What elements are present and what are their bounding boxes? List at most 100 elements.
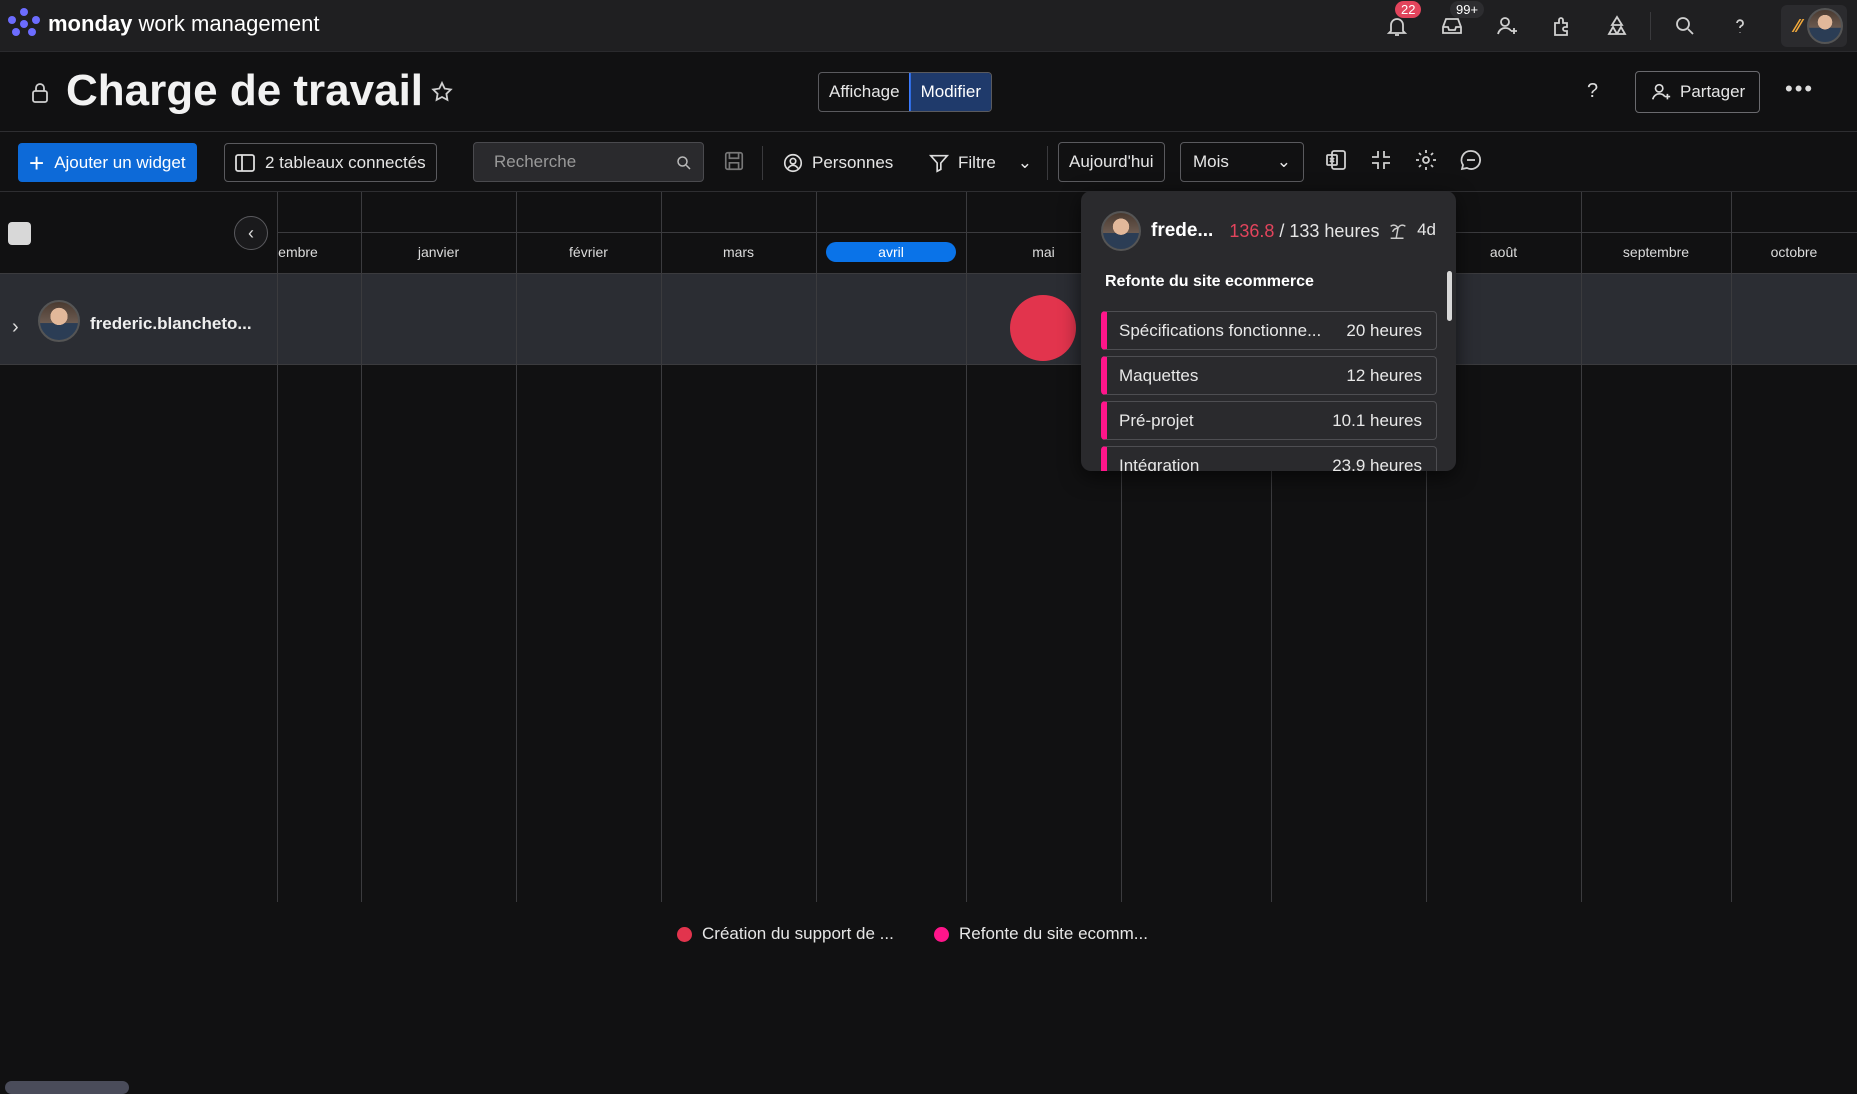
widget-toolbar: + Ajouter un widget 2 tableaux connectés… xyxy=(0,132,1857,192)
chevron-down-icon[interactable]: ⌄ xyxy=(1018,153,1032,173)
month-divider xyxy=(816,192,817,902)
share-label: Partager xyxy=(1680,82,1746,101)
save-icon[interactable] xyxy=(723,150,745,177)
legend-item[interactable]: Refonte du site ecomm... xyxy=(934,924,1148,944)
chevron-left-icon: ‹ xyxy=(248,222,254,243)
integrations-icon xyxy=(1606,15,1627,35)
legend-color-dot xyxy=(934,926,949,942)
task-name: Intégration xyxy=(1119,455,1200,472)
task-name: Spécifications fonctionne... xyxy=(1119,320,1322,340)
task-item[interactable]: Intégration 23.9 heures xyxy=(1101,446,1437,471)
search-placeholder: Recherche xyxy=(494,152,577,171)
task-name: Maquettes xyxy=(1119,365,1199,385)
vacation-days: 4d xyxy=(1417,220,1436,239)
popover-scrollbar[interactable] xyxy=(1447,271,1452,321)
edit-mode-button[interactable]: Modifier xyxy=(908,73,992,111)
vacation-info: 4d xyxy=(1387,219,1436,241)
apps-icon xyxy=(1553,17,1568,36)
palm-tree-icon xyxy=(1390,224,1406,239)
search-icon xyxy=(677,156,691,170)
collapse-sidebar-button[interactable]: ‹ xyxy=(234,216,268,250)
popover-avatar xyxy=(1101,211,1141,251)
legend-label: Refonte du site ecomm... xyxy=(959,924,1148,943)
filter-label: Filtre xyxy=(958,153,996,172)
month-label: embre xyxy=(278,244,318,260)
view-mode-toggle: Affichage Modifier xyxy=(818,72,993,112)
excel-export-icon[interactable] xyxy=(1324,148,1348,177)
person-row[interactable] xyxy=(0,273,1857,365)
month-divider xyxy=(277,192,278,902)
add-widget-button[interactable]: + Ajouter un widget xyxy=(18,143,197,182)
task-name: Pré-projet xyxy=(1119,410,1194,430)
popover-person-name: frede... xyxy=(1151,220,1214,241)
horizontal-scrollbar[interactable] xyxy=(5,1081,129,1094)
brand-product: work management xyxy=(138,11,320,36)
month-label: septembre xyxy=(1622,244,1690,260)
legend-color-dot xyxy=(677,926,692,942)
sort-toggle-icon[interactable] xyxy=(8,222,31,245)
apps-button[interactable] xyxy=(1534,0,1589,52)
filter-button[interactable]: Filtre ⌄ xyxy=(928,152,1032,174)
feedback-chat-icon[interactable] xyxy=(1459,148,1483,177)
toolbar-divider xyxy=(762,146,763,180)
task-hours: 23.9 heures xyxy=(1332,455,1422,472)
page-title[interactable]: Charge de travail xyxy=(66,66,423,116)
people-filter-label: Personnes xyxy=(812,153,894,172)
inbox-button[interactable]: 99+ xyxy=(1424,0,1485,52)
fullscreen-collapse-icon[interactable] xyxy=(1369,148,1393,177)
topbar-divider xyxy=(1650,12,1651,40)
account-menu[interactable]: ⁄⁄ xyxy=(1781,5,1847,47)
more-options-icon[interactable]: ••• xyxy=(1785,76,1814,102)
share-person-icon xyxy=(1651,83,1671,100)
person-circle-icon xyxy=(783,153,803,173)
chevron-down-icon: ⌄ xyxy=(1276,152,1291,171)
workload-details-popover: frede... 136.8 / 133 heures 4d Refonte d… xyxy=(1081,191,1456,471)
dashboard-help-button[interactable]: ? xyxy=(1587,80,1598,103)
monday-mark-icon: ⁄⁄ xyxy=(1794,15,1801,36)
task-item[interactable]: Maquettes 12 heures xyxy=(1101,356,1437,395)
integrations-button[interactable] xyxy=(1589,0,1644,52)
assigned-hours: 136.8 xyxy=(1229,220,1275,241)
dashboard-header: Charge de travail Affichage Modifier ? P… xyxy=(0,52,1857,132)
plus-icon: + xyxy=(29,147,45,178)
task-item[interactable]: Pré-projet 10.1 heures xyxy=(1101,401,1437,440)
search-icon xyxy=(1675,17,1694,35)
app-logo[interactable]: monday work management xyxy=(8,8,319,40)
month-divider xyxy=(361,192,362,902)
search-input[interactable]: Recherche xyxy=(473,142,704,182)
invite-members-button[interactable] xyxy=(1479,0,1534,52)
month-label: février xyxy=(569,244,608,260)
help-button[interactable] xyxy=(1712,0,1767,52)
notifications-button[interactable]: 22 xyxy=(1369,0,1424,52)
person-name[interactable]: frederic.blancheto... xyxy=(90,314,252,334)
task-hours: 20 heures xyxy=(1346,320,1422,340)
settings-gear-icon[interactable] xyxy=(1414,148,1438,177)
filter-icon xyxy=(928,154,950,173)
people-filter-button[interactable]: Personnes xyxy=(782,152,893,174)
user-avatar xyxy=(1807,8,1843,44)
legend-item[interactable]: Création du support de ... xyxy=(677,924,894,944)
today-button[interactable]: Aujourd'hui xyxy=(1058,142,1165,182)
top-navigation-bar: monday work management 22 99+ ⁄⁄ xyxy=(0,0,1857,52)
help-icon xyxy=(1735,19,1744,33)
task-item[interactable]: Spécifications fonctionne... 20 heures xyxy=(1101,311,1437,350)
header-divider xyxy=(278,232,1857,233)
share-button[interactable]: Partager xyxy=(1635,71,1761,113)
search-button[interactable] xyxy=(1657,0,1712,52)
workload-overload-indicator[interactable] xyxy=(1010,295,1076,361)
month-divider xyxy=(661,192,662,902)
monday-logo-icon xyxy=(8,8,40,40)
expand-row-icon[interactable]: › xyxy=(12,316,19,339)
favorite-star-icon[interactable] xyxy=(430,80,454,109)
invite-icon xyxy=(1496,17,1517,35)
task-hours: 10.1 heures xyxy=(1332,410,1422,430)
popover-project-name: Refonte du site ecommerce xyxy=(1105,273,1314,290)
period-select[interactable]: Mois ⌄ xyxy=(1180,142,1304,182)
connected-boards-label: 2 tableaux connectés xyxy=(265,152,426,172)
connected-boards-button[interactable]: 2 tableaux connectés xyxy=(224,143,437,182)
month-divider xyxy=(966,192,967,902)
month-label: janvier xyxy=(417,244,460,260)
add-widget-label: Ajouter un widget xyxy=(54,152,186,172)
month-label: mars xyxy=(722,244,755,260)
view-mode-button[interactable]: Affichage xyxy=(819,73,910,111)
